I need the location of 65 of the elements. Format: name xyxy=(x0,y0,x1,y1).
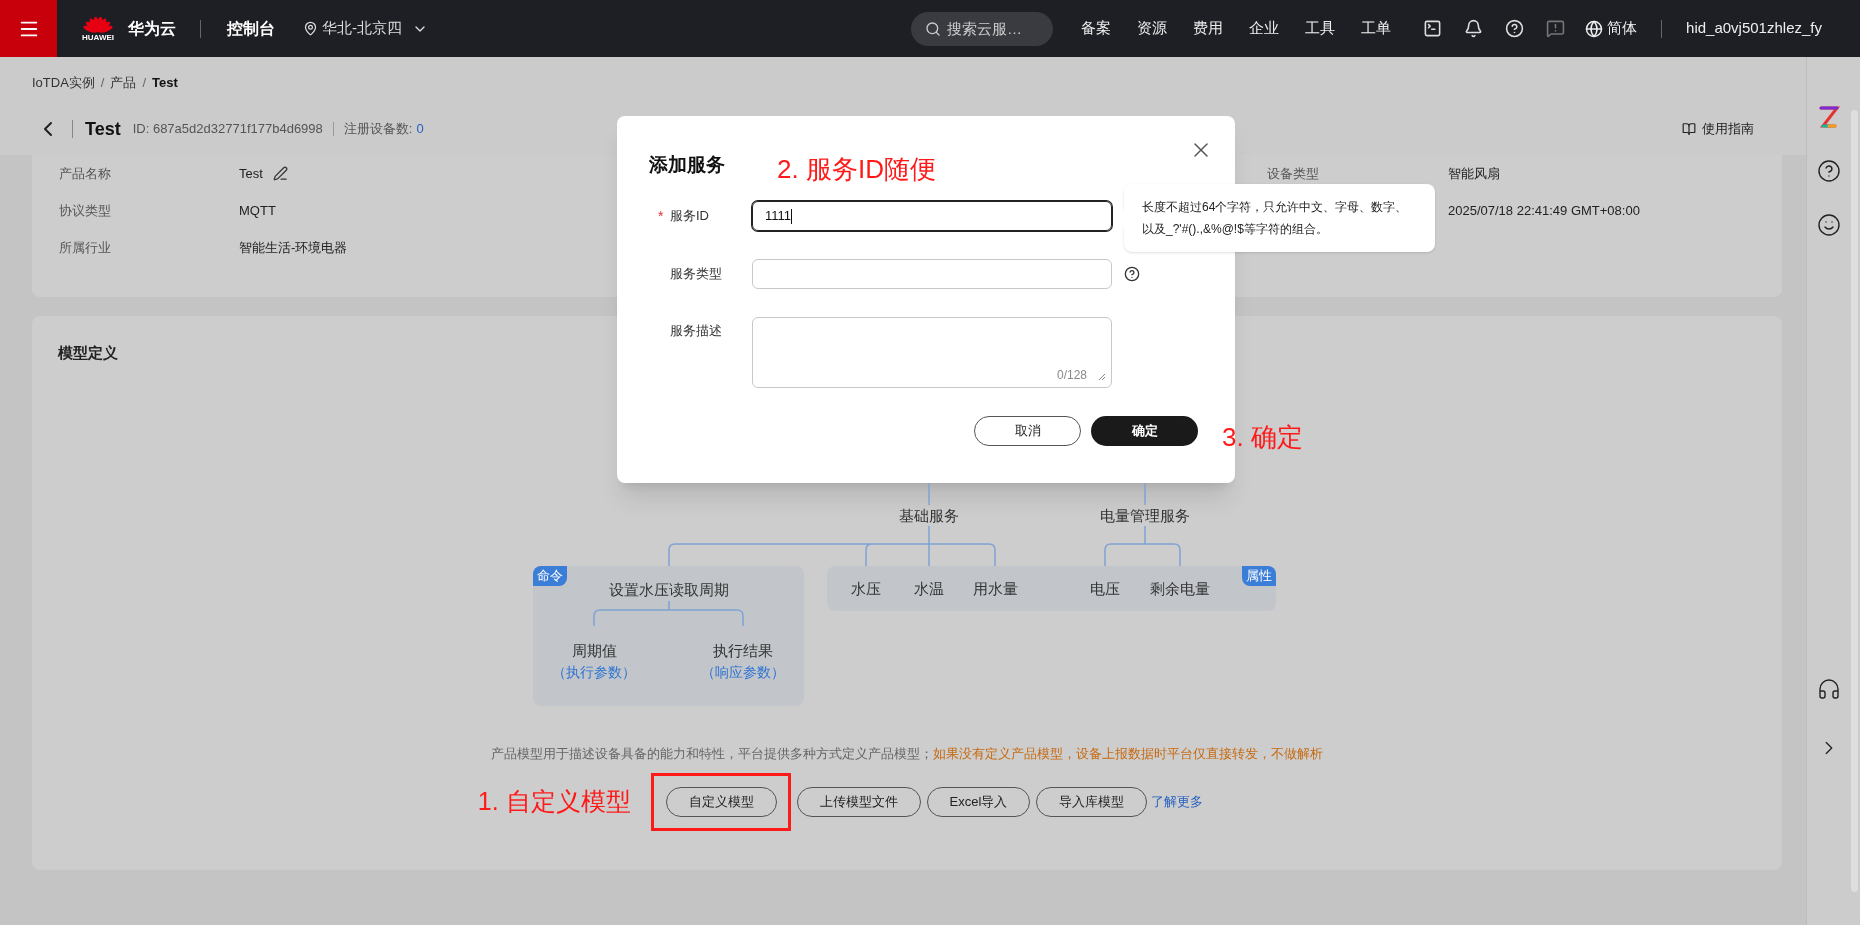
cancel-button[interactable]: 取消 xyxy=(974,416,1081,446)
param-label: 执行结果 xyxy=(712,641,774,661)
description-field[interactable]: 0/128 xyxy=(752,317,1112,388)
field-label: 服务描述 xyxy=(670,322,722,340)
info-value: MQTT xyxy=(239,201,276,220)
param-role: （响应参数） xyxy=(700,663,786,682)
annotation-text: 3. 确定 xyxy=(1222,421,1303,454)
property-label: 水压 xyxy=(850,579,882,599)
console-link[interactable]: 控制台 xyxy=(227,16,275,41)
model-warning: 如果没有定义产品模型，设备上报数据时平台仅直接转发，不做解析 xyxy=(933,745,1323,763)
param-label: 周期值 xyxy=(570,641,618,661)
property-label: 用水量 xyxy=(971,579,1019,599)
section-title: 模型定义 xyxy=(58,344,119,362)
info-value: 智能生活-环境电器 xyxy=(239,238,348,257)
device-count[interactable]: 0 xyxy=(416,119,424,139)
info-label: 产品名称 xyxy=(59,164,112,183)
device-count-label: 注册设备数: xyxy=(343,120,413,139)
breadcrumb-item[interactable]: IoTDA实例 xyxy=(32,73,95,93)
field-value: 1111 xyxy=(765,207,792,226)
param-role: （执行参数） xyxy=(551,663,637,682)
breadcrumb-item[interactable]: 产品 xyxy=(110,73,137,93)
text-field[interactable]: 1111 xyxy=(752,201,1112,231)
command-label: 设置水压读取周期 xyxy=(608,580,730,600)
info-label: 协议类型 xyxy=(59,201,112,220)
info-value: 智能风扇 xyxy=(1448,164,1500,183)
nav-item[interactable]: 工单 xyxy=(1361,17,1392,40)
info-label: 所属行业 xyxy=(59,238,112,257)
annotation-text: 1. 自定义模型 xyxy=(477,786,631,817)
dialog-title: 添加服务 xyxy=(649,153,725,177)
service-label: 基础服务 xyxy=(898,506,960,526)
region-selector[interactable]: 华北-北京四 xyxy=(303,17,428,40)
tooltip-text: 长度不超过64个字符，只允许中文、字母、数字、以及_?'#().,&%@!$等字符的组合。 xyxy=(1142,199,1409,238)
field-label: 服务类型 xyxy=(670,265,722,284)
info-label: 设备类型 xyxy=(1267,165,1319,181)
confirm-button[interactable]: 确定 xyxy=(1091,416,1198,446)
product-id: ID: 687a5d2d32771f177b4d6998 xyxy=(132,120,323,139)
model-description: 产品模型用于描述设备具备的能力和特性，平台提供多种方式定义产品模型； xyxy=(491,745,933,763)
guide-link[interactable]: 使用指南 xyxy=(1702,119,1754,139)
breadcrumb-separator: / xyxy=(142,74,147,93)
language-selector[interactable]: 简体 xyxy=(1585,17,1638,40)
user-name[interactable]: hid_a0vj501zhlez_fy xyxy=(1686,17,1822,40)
info-value: 2025/07/18 22:41:49 GMT+08:00 xyxy=(1448,201,1640,220)
learn-more-link[interactable]: 了解更多 xyxy=(1151,792,1204,812)
property-tag: 属性 xyxy=(1242,566,1276,586)
brand-name[interactable]: 华为云 xyxy=(128,16,176,41)
nav-item[interactable]: 资源 xyxy=(1137,17,1168,40)
nav-item[interactable]: 企业 xyxy=(1249,17,1280,40)
nav-item[interactable]: 工具 xyxy=(1305,17,1336,40)
logo-text: HUAWEI xyxy=(82,33,114,42)
search-field[interactable]: 搜索云服… xyxy=(911,11,1054,46)
nav-item[interactable]: 费用 xyxy=(1193,17,1224,40)
annotation-text: 2. 服务ID随便 xyxy=(777,153,936,186)
property-label: 水温 xyxy=(913,579,945,599)
info-value: Test xyxy=(239,164,263,183)
required-mark: * xyxy=(658,207,664,224)
breadcrumb-separator: / xyxy=(100,74,105,93)
property-label: 电压 xyxy=(1089,579,1121,599)
property-label: 剩余电量 xyxy=(1149,579,1211,599)
command-tag: 命令 xyxy=(533,566,567,586)
product-title: Test xyxy=(85,117,121,141)
nav-item[interactable]: 备案 xyxy=(1081,17,1112,40)
char-counter: 0/128 xyxy=(1056,367,1087,384)
breadcrumb-item: Test xyxy=(152,74,178,93)
field-label: 服务ID xyxy=(670,207,709,226)
service-label: 电量管理服务 xyxy=(1099,506,1191,526)
